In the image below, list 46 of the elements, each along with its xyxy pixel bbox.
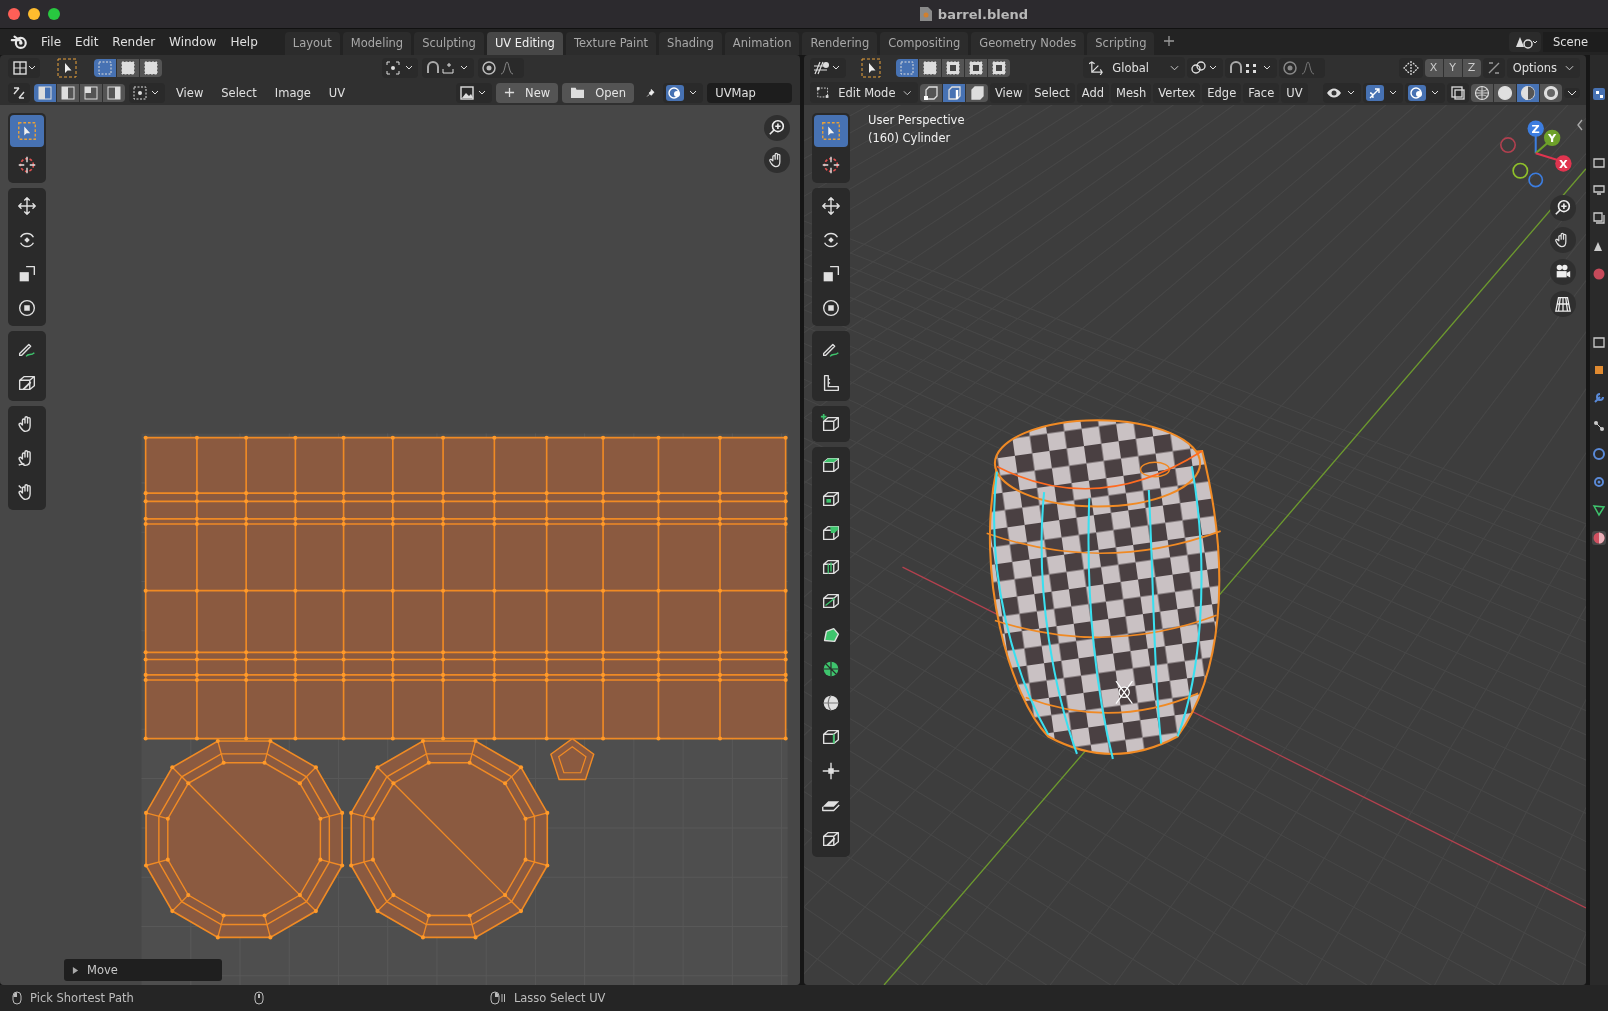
header-menu[interactable]: Select: [214, 83, 264, 102]
workspace-tab[interactable]: Shading: [659, 32, 722, 55]
header-menu[interactable]: Edge: [1202, 82, 1242, 103]
uv-map-field[interactable]: UVMap: [707, 82, 792, 103]
menu-item[interactable]: Window: [162, 35, 224, 49]
workspace-tab[interactable]: Layout: [284, 32, 340, 55]
status-hint: Lasso Select UV: [513, 991, 606, 1005]
menu-item[interactable]: File: [34, 35, 69, 49]
workspace-tab[interactable]: Compositing: [880, 32, 969, 55]
status-hint: Pick Shortest Path: [30, 991, 134, 1005]
header-menu[interactable]: Image: [267, 83, 318, 102]
workspace-tab[interactable]: Modeling: [342, 32, 412, 55]
header-menu[interactable]: Add: [1076, 82, 1110, 103]
window-title: barrel.blend: [937, 6, 1029, 22]
operator-name: Move: [87, 963, 118, 977]
scene-name-field[interactable]: Scene: [1542, 32, 1608, 52]
header-menu[interactable]: View: [990, 82, 1028, 103]
header-menu[interactable]: View: [169, 83, 211, 102]
menu-item[interactable]: Help: [223, 35, 265, 49]
workspace-tab[interactable]: Rendering: [802, 32, 878, 55]
transform-orientation-dropdown[interactable]: Global: [1083, 57, 1186, 78]
workspace-tab[interactable]: Animation: [724, 32, 800, 55]
workspace-tab[interactable]: Geometry Nodes: [971, 32, 1085, 55]
navigation-gizmo[interactable]: X Y Z: [1500, 120, 1572, 188]
header-menu[interactable]: UV: [1281, 82, 1308, 103]
workspace-tab[interactable]: Scripting: [1087, 32, 1155, 55]
mirror-axis-toggle[interactable]: Z: [1462, 58, 1481, 77]
options-dropdown[interactable]: Options: [1506, 57, 1580, 78]
header-menu[interactable]: Select: [1029, 82, 1075, 103]
mirror-axis-toggle[interactable]: X: [1424, 58, 1443, 77]
header-menu[interactable]: Vertex: [1153, 82, 1201, 103]
workspace-tab[interactable]: Texture Paint: [565, 32, 657, 55]
header-menu[interactable]: Mesh: [1111, 82, 1152, 103]
viewport-info-text: User Perspective: [868, 113, 965, 127]
viewport-info-text: (160) Cylinder: [868, 131, 952, 145]
workspace-tab[interactable]: Sculpting: [414, 32, 484, 55]
mirror-axis-toggle[interactable]: Y: [1443, 58, 1462, 77]
workspace-tab[interactable]: UV Editing: [486, 32, 563, 55]
last-operator-panel[interactable]: Move: [64, 959, 222, 981]
open-image-button[interactable]: Open: [562, 82, 634, 103]
header-menu[interactable]: UV: [321, 83, 353, 102]
menu-item[interactable]: Render: [105, 35, 163, 49]
new-image-button[interactable]: New: [496, 82, 559, 103]
interaction-mode-dropdown[interactable]: Edit Mode: [810, 82, 918, 103]
menu-item[interactable]: Edit: [68, 35, 106, 49]
header-menu[interactable]: Face: [1243, 82, 1280, 103]
